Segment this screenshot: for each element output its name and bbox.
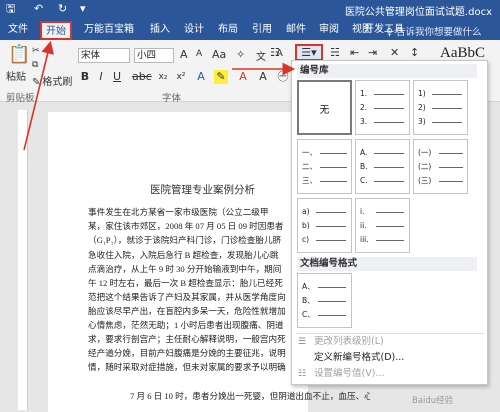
tab-developer[interactable]: 开发工具 bbox=[356, 21, 412, 40]
annotation-arrows bbox=[23, 40, 296, 151]
arrow-to-home-tab bbox=[23, 40, 54, 151]
watermark: Baidu经验 bbox=[412, 396, 454, 406]
